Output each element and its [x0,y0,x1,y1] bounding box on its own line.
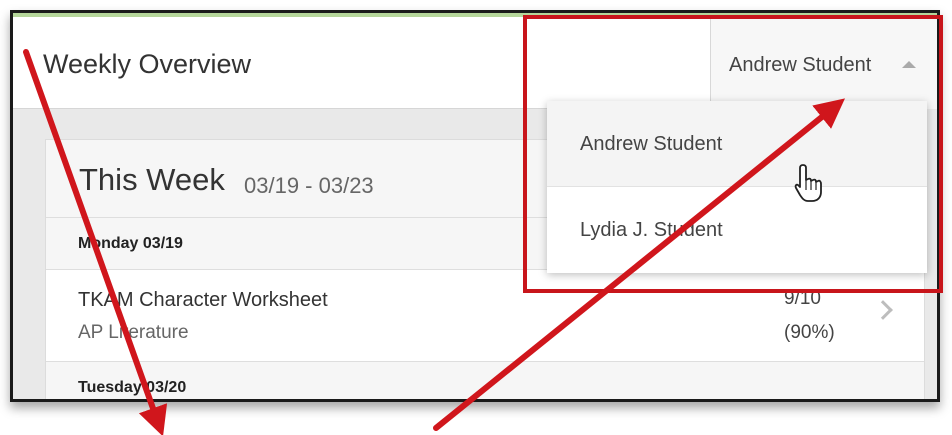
annotation-arrows [23,49,846,435]
annotation-arrow-down [23,49,168,435]
annotation-arrow-up [433,98,846,431]
